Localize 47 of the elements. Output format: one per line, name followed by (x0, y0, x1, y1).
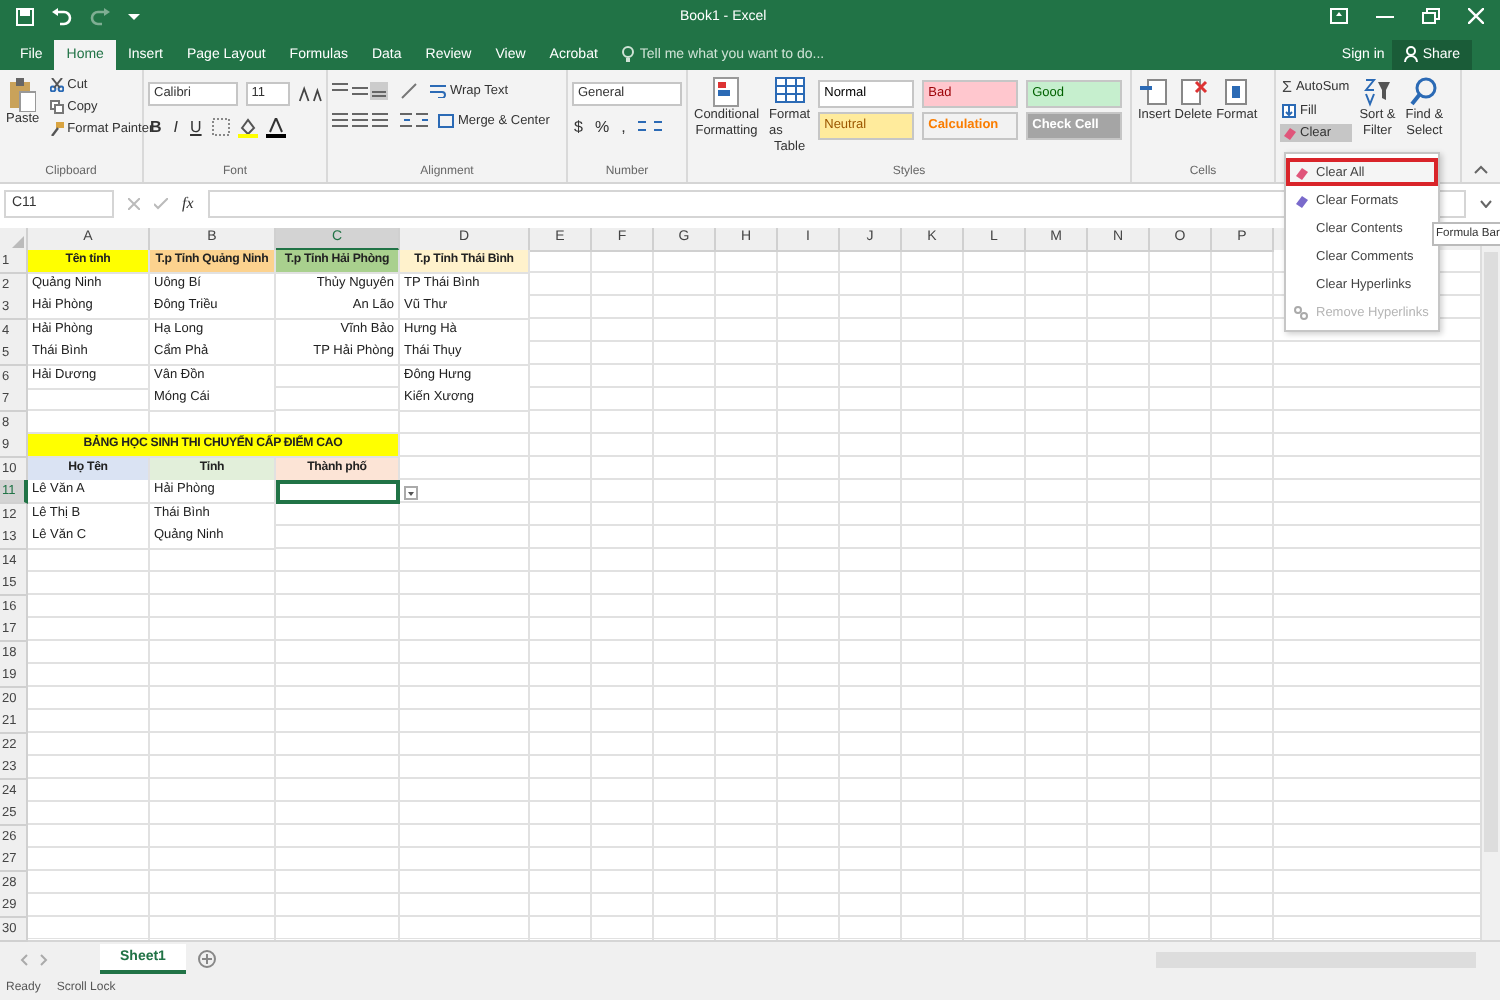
restore-icon[interactable] (1422, 8, 1440, 25)
cancel-icon (128, 197, 140, 210)
wrap-icon (430, 83, 446, 98)
underline-button[interactable]: U (188, 118, 204, 137)
ribbon-display-icon[interactable] (1330, 8, 1348, 25)
orientation-icon[interactable] (400, 81, 420, 100)
percent-button[interactable]: % (592, 117, 612, 136)
insert-function-button[interactable]: fx (182, 194, 194, 213)
check-icon (154, 197, 168, 210)
decimal-icon[interactable] (635, 119, 664, 134)
conditional-formatting-icon (712, 75, 741, 108)
redo-icon (90, 7, 110, 26)
add-sheet-icon[interactable] (197, 950, 216, 969)
eraser-icon (1282, 125, 1296, 140)
merge-icon (438, 113, 454, 128)
undo-icon[interactable] (52, 7, 72, 26)
unlink-icon (1294, 305, 1308, 320)
person-icon (1404, 46, 1419, 63)
format-cells-icon (1222, 75, 1251, 108)
scissors-icon (49, 77, 64, 92)
delete-cells-icon (1179, 75, 1208, 108)
search-icon (1410, 75, 1439, 108)
copy-icon (49, 99, 64, 114)
top-align-icon[interactable] (332, 81, 392, 100)
borders-icon[interactable] (211, 118, 230, 137)
customize-caret-icon[interactable] (128, 10, 140, 23)
save-icon[interactable] (16, 7, 34, 26)
font-color-icon[interactable] (265, 117, 286, 138)
horizontal-align-icon[interactable] (332, 112, 392, 129)
close-icon[interactable] (1468, 8, 1484, 25)
grow-font-icon[interactable] (297, 85, 323, 102)
collapse-ribbon-icon[interactable] (1474, 164, 1488, 175)
expand-caret-icon[interactable] (1480, 199, 1492, 208)
brush-icon (49, 121, 64, 136)
clipboard-icon (8, 75, 37, 112)
italic-button[interactable]: I (171, 118, 181, 137)
corner-triangle-icon (12, 236, 24, 249)
dropdown-arrow-icon[interactable] (404, 486, 418, 501)
currency-button[interactable]: $ (572, 117, 585, 136)
table-icon (773, 75, 806, 108)
fill-color-icon[interactable] (237, 117, 258, 138)
comma-button[interactable]: , (619, 117, 628, 136)
insert-cells-icon (1140, 75, 1169, 108)
lightbulb-icon (621, 46, 634, 63)
fill-down-icon (1282, 103, 1296, 118)
indent-icon[interactable] (400, 112, 428, 129)
sort-filter-icon (1363, 75, 1392, 108)
